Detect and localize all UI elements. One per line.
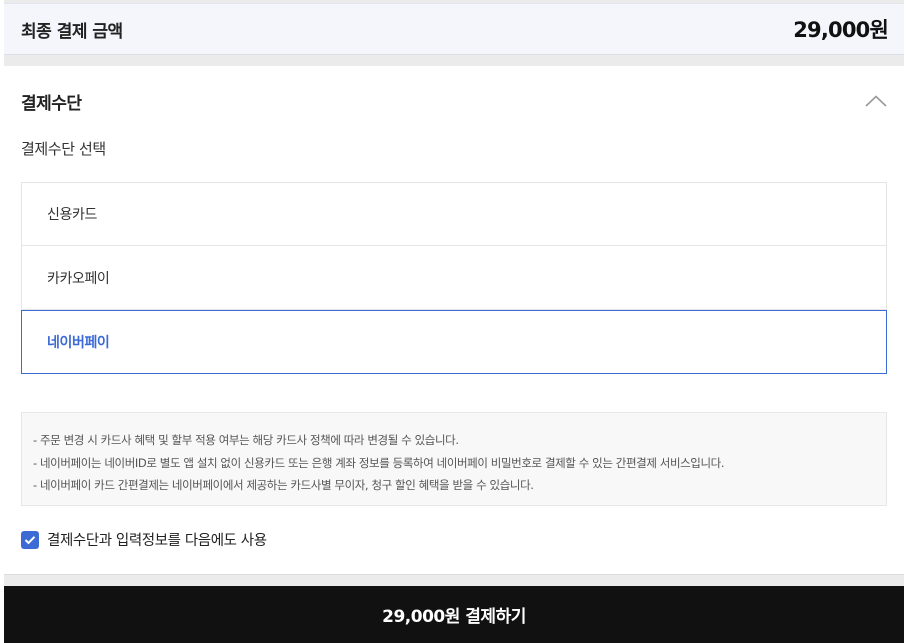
- final-amount-label: 최종 결제 금액: [21, 21, 123, 42]
- notice-line: - 네이버페이 카드 간편결제는 네이버페이에서 제공하는 카드사별 무이자, …: [33, 478, 534, 492]
- pay-button[interactable]: 29,000원 결제하기: [4, 586, 904, 643]
- payment-method-panel: 결제수단 결제수단 선택 신용카드 카카오페이 네이버페이 - 주문 변경 시 …: [4, 66, 904, 575]
- checkout-frame: 최종 결제 금액 29,000원 결제수단 결제수단 선택 신용카드 카카오페이…: [4, 0, 904, 643]
- save-info-checkbox[interactable]: [21, 530, 39, 549]
- payment-method-header[interactable]: 결제수단: [21, 88, 888, 114]
- section-title: 결제수단: [21, 93, 82, 114]
- notice-line: - 네이버페이는 네이버ID로 별도 앱 설치 없이 신용카드 또는 은행 계좌…: [33, 455, 725, 470]
- check-icon: [24, 535, 36, 544]
- save-payment-info-option[interactable]: 결제수단과 입력정보를 다음에도 사용: [21, 529, 267, 550]
- payment-option-naverpay[interactable]: 네이버페이: [21, 310, 887, 374]
- payment-option-label: 카카오페이: [47, 270, 110, 287]
- payment-method-list: 신용카드 카카오페이 네이버페이: [21, 182, 887, 374]
- final-amount-bar: 최종 결제 금액 29,000원: [4, 3, 904, 55]
- chevron-up-icon[interactable]: [864, 91, 888, 111]
- payment-method-subtitle: 결제수단 선택: [21, 140, 106, 158]
- notice-line: - 주문 변경 시 카드사 혜택 및 할부 적용 여부는 해당 카드사 정책에 …: [33, 433, 459, 447]
- final-amount-value: 29,000원: [793, 18, 889, 42]
- save-info-label: 결제수단과 입력정보를 다음에도 사용: [47, 533, 267, 549]
- payment-option-label: 신용카드: [47, 207, 97, 223]
- payment-option-kakaopay[interactable]: 카카오페이: [21, 246, 887, 310]
- payment-option-label: 네이버페이: [47, 335, 110, 351]
- payment-option-credit-card[interactable]: 신용카드: [21, 182, 887, 246]
- payment-notice-box: - 주문 변경 시 카드사 혜택 및 할부 적용 여부는 해당 카드사 정책에 …: [21, 412, 887, 506]
